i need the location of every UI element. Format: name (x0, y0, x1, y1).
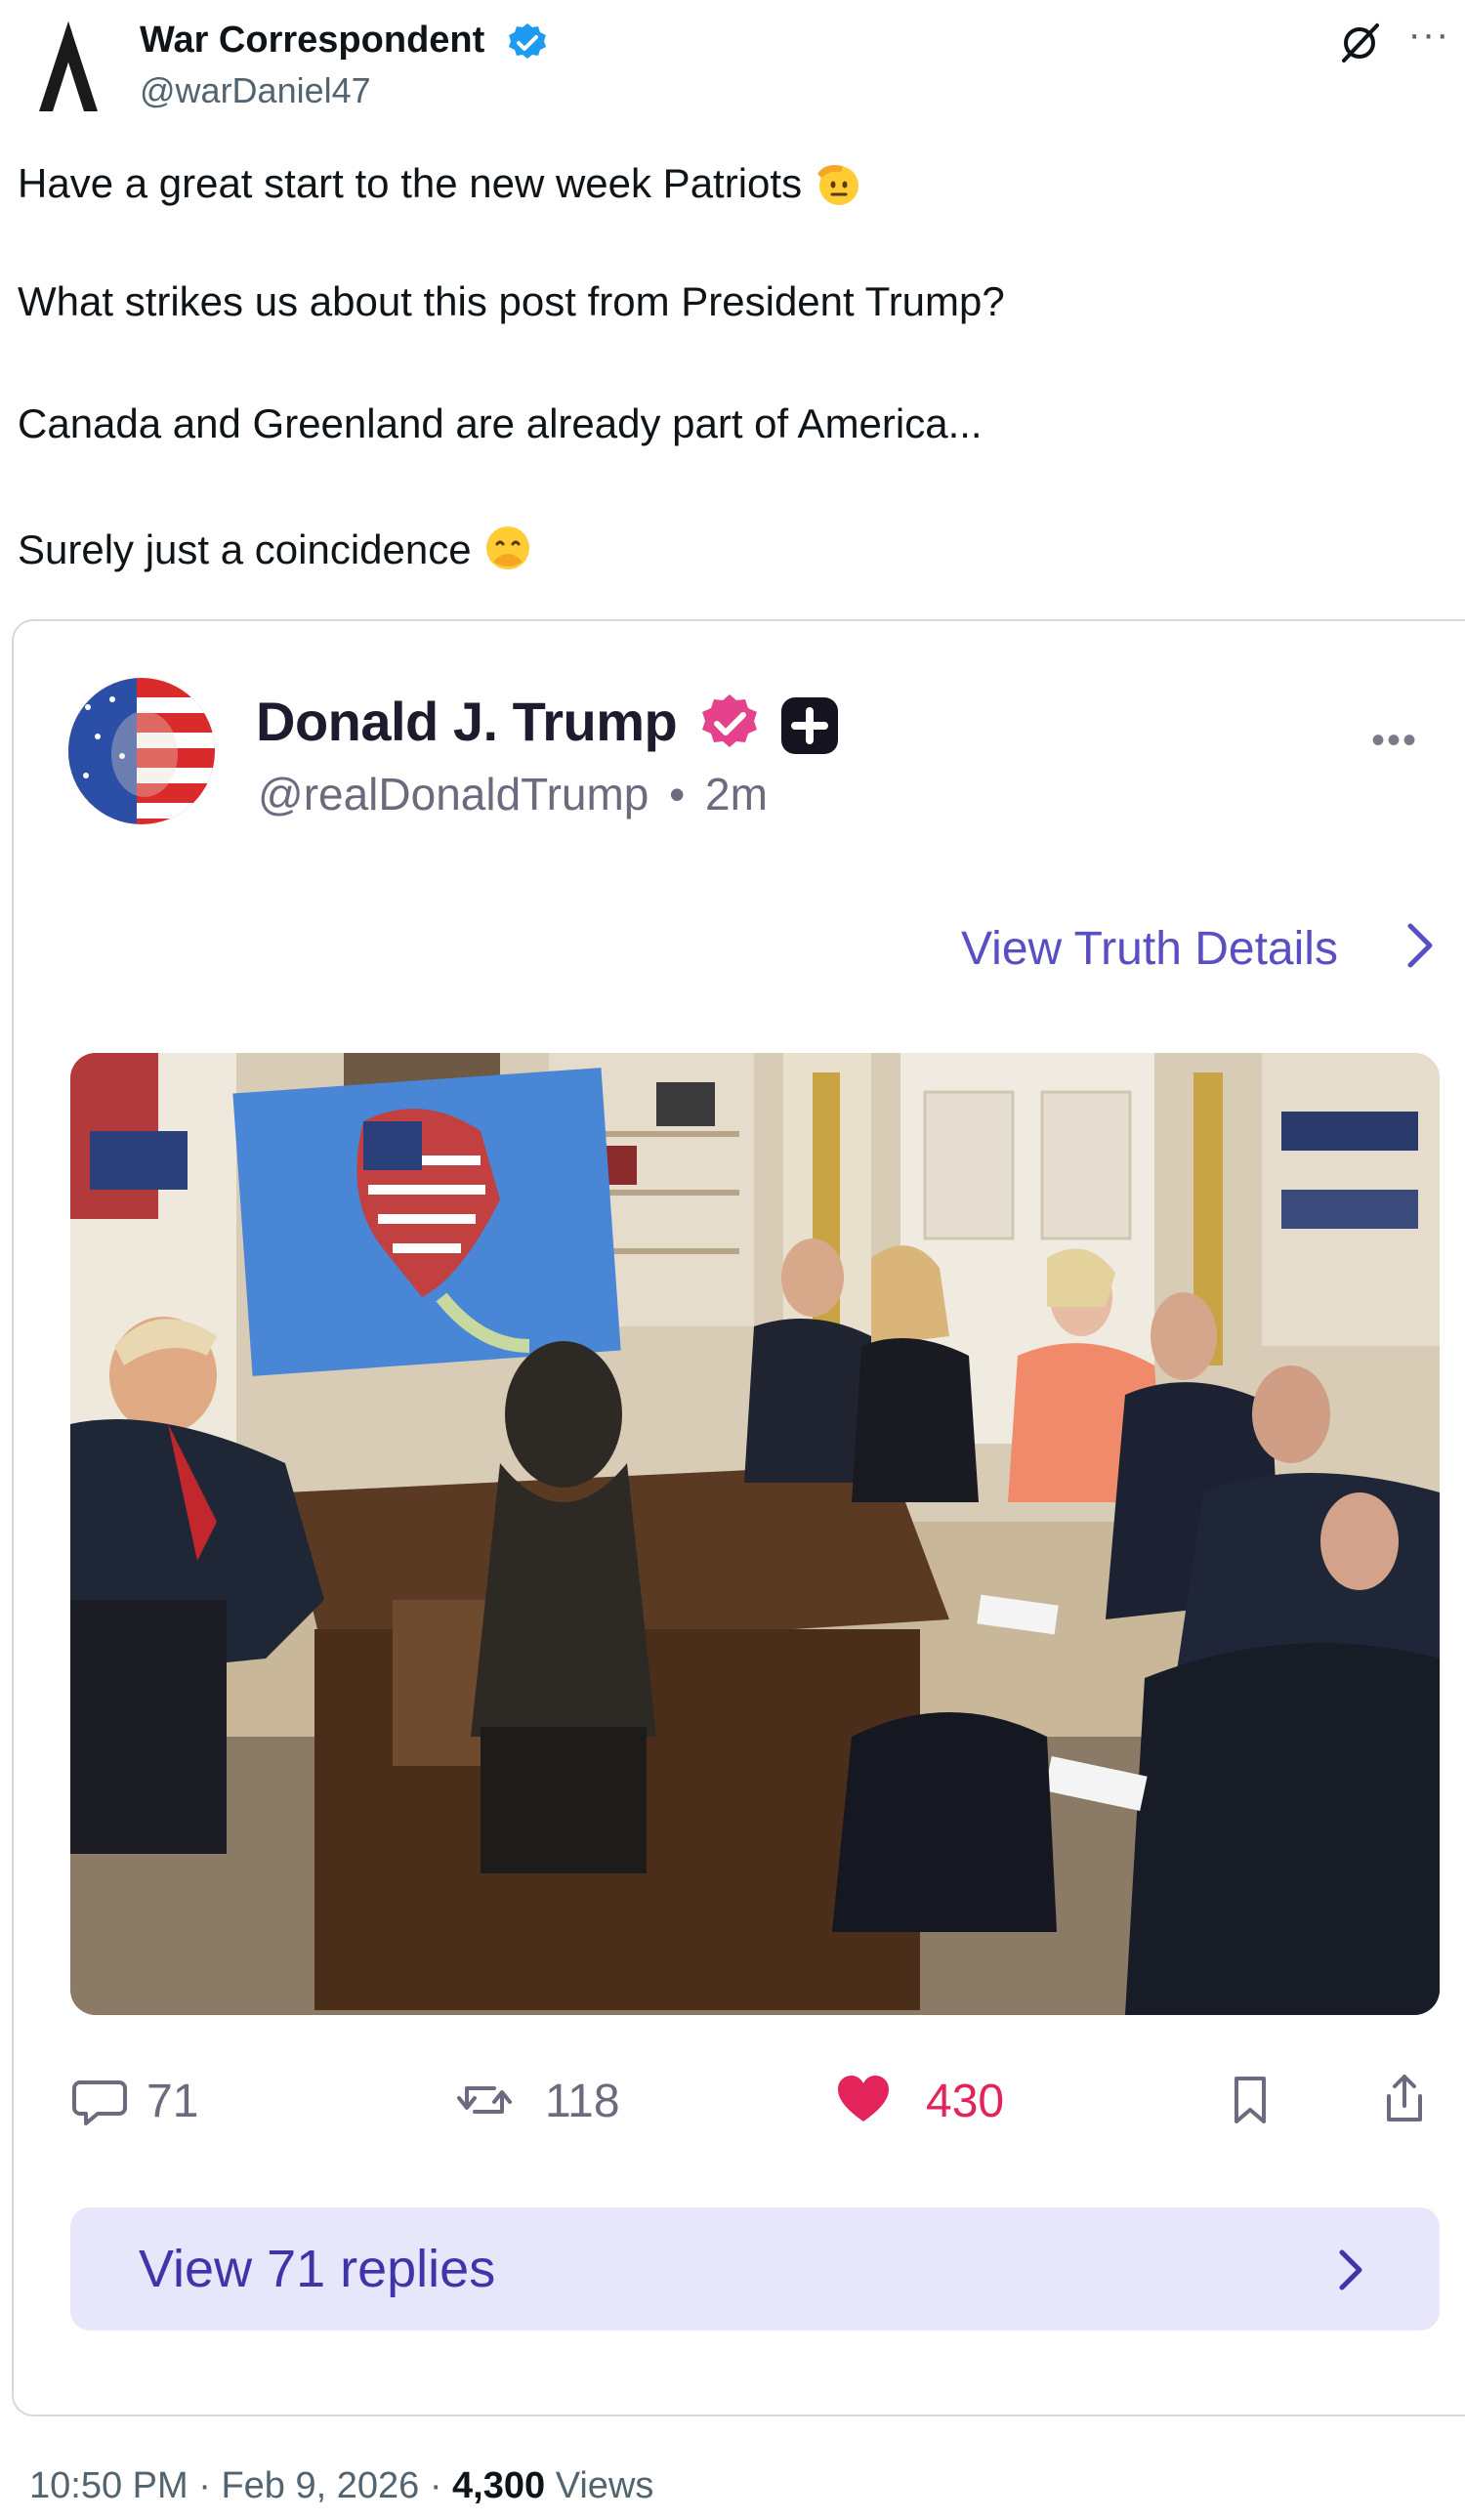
replies-count: 71 (146, 2076, 199, 2127)
meta-dot: · (429, 2465, 442, 2506)
likes-count: 430 (926, 2076, 1005, 2127)
tweet-line-1: Have a great start to the new week Patri… (18, 160, 803, 206)
tweet-text-line-3: Canada and Greenland are already part of… (18, 400, 983, 446)
tweet-text-line-2: What strikes us about this post from Pre… (18, 278, 1005, 324)
truth-verified-badge-icon (697, 692, 762, 756)
like-action[interactable]: 430 (834, 2065, 1029, 2133)
tweet-text-line-4: Surely just a coincidence (18, 523, 534, 575)
embedded-author-avatar[interactable] (68, 678, 215, 824)
handle-separator: • (669, 769, 686, 819)
tweet-meta: 10:50 PM · Feb 9, 2026 · 4,300 Views (29, 2465, 653, 2507)
comment-icon (70, 2071, 129, 2129)
views-count: 4,300 (452, 2465, 546, 2506)
face-with-hand-over-mouth-icon (481, 523, 534, 575)
embedded-author-handle[interactable]: @realDonaldTrump • 2m (258, 768, 768, 820)
bookmark-icon (1221, 2071, 1279, 2129)
post-age: 2m (705, 769, 768, 819)
reply-action[interactable]: 71 (70, 2065, 207, 2133)
heart-icon (834, 2071, 893, 2129)
meta-dot: · (198, 2465, 211, 2506)
share-icon (1375, 2071, 1434, 2129)
embedded-post-card[interactable]: Donald J. Trump @realDonaldTrump • 2m ••… (12, 619, 1465, 2416)
oval-office-meeting-photo[interactable] (70, 1053, 1440, 2015)
embedded-author-name[interactable]: Donald J. Trump (256, 690, 678, 753)
author-handle[interactable]: @warDaniel47 (140, 70, 371, 111)
author-avatar[interactable] (29, 18, 107, 115)
chevron-right-icon[interactable] (1401, 916, 1440, 975)
view-replies-button[interactable]: View 71 replies (70, 2207, 1440, 2331)
more-options-icon[interactable]: ··· (1404, 15, 1453, 63)
tweet-date[interactable]: Feb 9, 2026 (221, 2465, 419, 2506)
tweet-text-line-1: Have a great start to the new week Patri… (18, 156, 864, 209)
saluting-face-icon (812, 156, 864, 209)
embedded-more-options-icon[interactable]: ••• (1371, 719, 1418, 763)
embedded-handle-text: @realDonaldTrump (258, 769, 649, 819)
repost-icon (455, 2071, 514, 2129)
tweet-header: War Correspondent @warDaniel47 ··· (0, 0, 1465, 137)
share-action[interactable] (1375, 2065, 1434, 2133)
views-label: Views (555, 2465, 654, 2506)
view-replies-label: View 71 replies (139, 2240, 496, 2298)
chevron-right-icon (1330, 2245, 1369, 2295)
grok-icon[interactable] (1338, 21, 1381, 64)
view-truth-details-link[interactable]: View Truth Details (961, 922, 1338, 976)
truth-plus-badge-icon (777, 693, 842, 758)
bookmark-action[interactable] (1221, 2065, 1279, 2133)
reposts-count: 118 (545, 2076, 620, 2127)
author-name[interactable]: War Correspondent (140, 20, 484, 62)
tweet-line-4: Surely just a coincidence (18, 526, 472, 572)
verified-badge-icon[interactable] (506, 21, 549, 64)
tweet-time[interactable]: 10:50 PM (29, 2465, 188, 2506)
repost-action[interactable]: 118 (455, 2065, 631, 2133)
